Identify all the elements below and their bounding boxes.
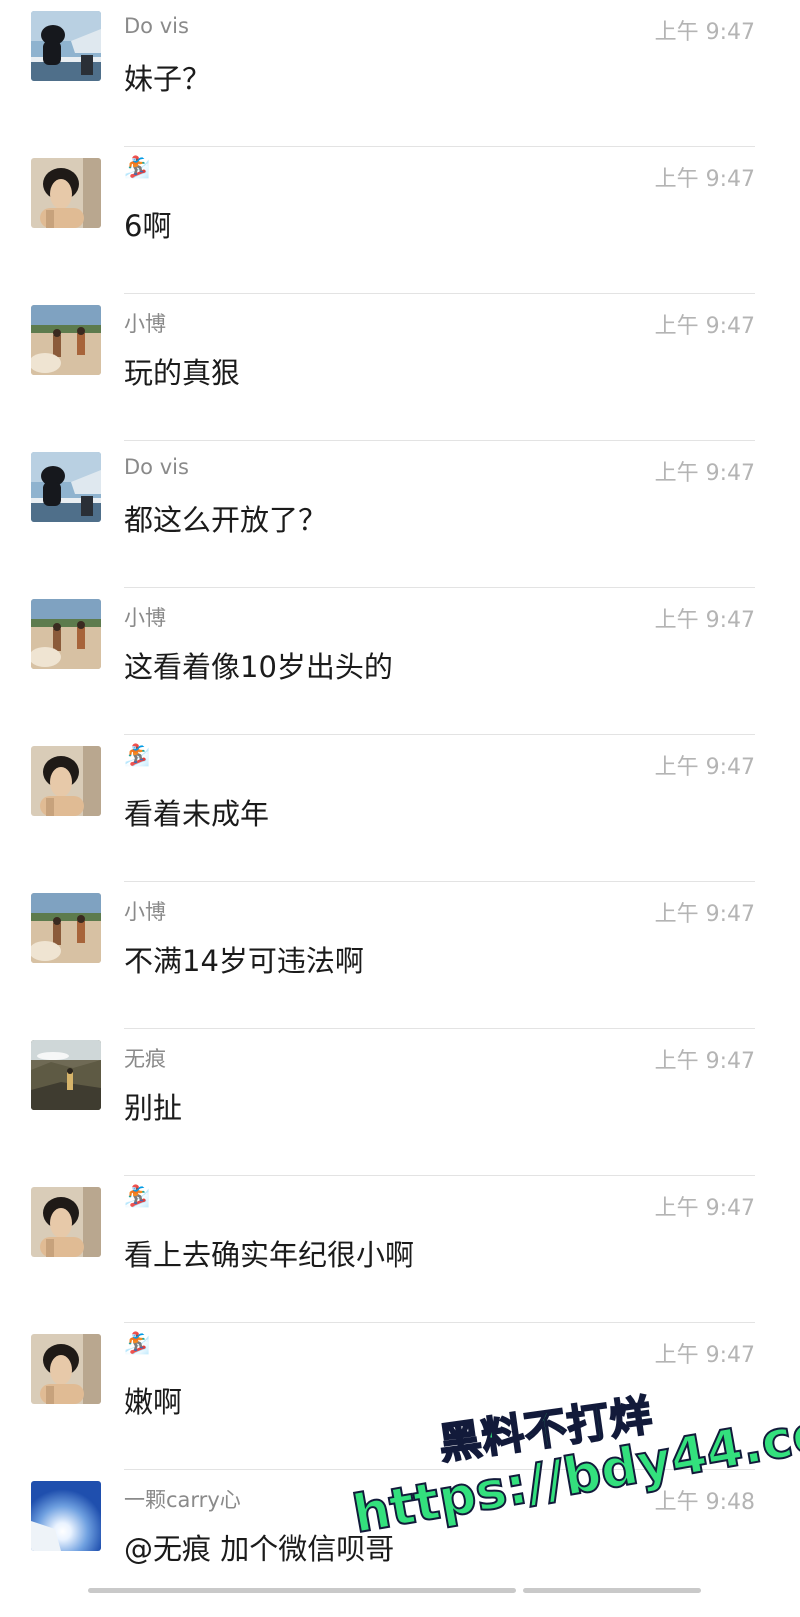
sender-name: Do vis: [124, 14, 189, 38]
message-row[interactable]: 🏂 上午 9:47 看上去确实年纪很小啊: [0, 1176, 800, 1323]
sender-name: 无痕: [124, 1047, 166, 1071]
message-text: 这看着像10岁出头的: [124, 650, 393, 684]
sender-name: 小博: [124, 606, 166, 630]
avatar[interactable]: [31, 452, 101, 522]
message-text: 玩的真狠: [124, 356, 241, 390]
sender-name: 一颗carry心: [124, 1488, 241, 1512]
message-time: 上午 9:47: [654, 314, 755, 339]
avatar[interactable]: [31, 1040, 101, 1110]
avatar[interactable]: [31, 746, 101, 816]
avatar[interactable]: [31, 1481, 101, 1551]
message-text: 看上去确实年纪很小啊: [124, 1238, 415, 1272]
message-time: 上午 9:47: [654, 902, 755, 927]
avatar[interactable]: [31, 305, 101, 375]
sender-name: 小博: [124, 900, 166, 924]
message-row[interactable]: 小博 上午 9:47 不满14岁可违法啊: [0, 882, 800, 1029]
avatar[interactable]: [31, 1334, 101, 1404]
sender-name: 🏂: [124, 1331, 151, 1355]
message-text: 嫩啊: [124, 1385, 183, 1419]
sender-name: 🏂: [124, 1184, 151, 1208]
scroll-indicator: [523, 1588, 701, 1593]
message-time: 上午 9:47: [654, 1343, 755, 1368]
message-row[interactable]: 🏂 上午 9:47 看着未成年: [0, 735, 800, 882]
message-row[interactable]: 小博 上午 9:47 这看着像10岁出头的: [0, 588, 800, 735]
message-text: 别扯: [124, 1091, 183, 1125]
message-time: 上午 9:47: [654, 1196, 755, 1221]
message-text: @无痕 加个微信呗哥: [124, 1532, 395, 1566]
message-row[interactable]: 小博 上午 9:47 玩的真狠: [0, 294, 800, 441]
avatar[interactable]: [31, 11, 101, 81]
avatar[interactable]: [31, 158, 101, 228]
message-text: 妹子？: [124, 62, 212, 96]
message-time: 上午 9:47: [654, 461, 755, 486]
message-time: 上午 9:48: [654, 1490, 755, 1515]
message-row[interactable]: 🏂 上午 9:47 6啊: [0, 147, 800, 294]
sender-name: Do vis: [124, 455, 189, 479]
message-row[interactable]: 一颗carry心 上午 9:48 @无痕 加个微信呗哥: [0, 1470, 800, 1617]
sender-name: 小博: [124, 312, 166, 336]
sender-name: 🏂: [124, 155, 151, 179]
message-text: 6啊: [124, 209, 172, 243]
message-row[interactable]: 🏂 上午 9:47 嫩啊: [0, 1323, 800, 1470]
message-row[interactable]: 无痕 上午 9:47 别扯: [0, 1029, 800, 1176]
sender-name: 🏂: [124, 743, 151, 767]
message-text: 不满14岁可违法啊: [124, 944, 364, 978]
avatar[interactable]: [31, 599, 101, 669]
message-time: 上午 9:47: [654, 755, 755, 780]
message-text: 都这么开放了？: [124, 503, 328, 537]
message-time: 上午 9:47: [654, 20, 755, 45]
scroll-indicator: [88, 1588, 516, 1593]
message-text: 看着未成年: [124, 797, 270, 831]
avatar[interactable]: [31, 1187, 101, 1257]
message-time: 上午 9:47: [654, 1049, 755, 1074]
avatar[interactable]: [31, 893, 101, 963]
message-row[interactable]: Do vis 上午 9:47 都这么开放了？: [0, 441, 800, 588]
message-row[interactable]: Do vis 上午 9:47 妹子？: [0, 0, 800, 147]
message-time: 上午 9:47: [654, 167, 755, 192]
message-time: 上午 9:47: [654, 608, 755, 633]
